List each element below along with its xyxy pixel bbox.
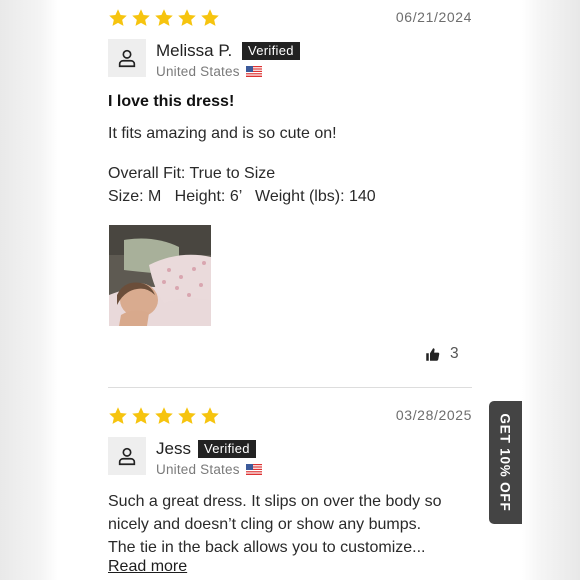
avatar (108, 437, 146, 475)
us-flag-icon (246, 66, 262, 77)
reviewer-name: Jess (156, 439, 191, 458)
star-icon (131, 8, 151, 28)
review-rating (108, 8, 220, 28)
star-icon (131, 406, 151, 426)
reviewer-country: United States (156, 64, 240, 79)
star-icon (108, 406, 128, 426)
star-icon (177, 8, 197, 28)
star-icon (177, 406, 197, 426)
review-date: 06/21/2024 (395, 9, 472, 25)
verified-badge: Verified (198, 440, 256, 458)
review-details: Size: M Height: 6’ Weight (lbs): 140 (108, 188, 376, 205)
review-photo[interactable] (109, 225, 211, 326)
star-icon (200, 8, 220, 28)
verified-badge: Verified (242, 42, 300, 60)
review-fit: Overall Fit: True to Size (108, 165, 276, 182)
review-date: 03/28/2025 (395, 407, 472, 423)
review-divider (108, 387, 472, 388)
star-icon (154, 8, 174, 28)
helpful-button[interactable]: 3 (425, 345, 459, 363)
star-icon (200, 406, 220, 426)
star-icon (154, 406, 174, 426)
reviewer-name: Melissa P. (156, 41, 233, 60)
review-rating (108, 406, 220, 426)
user-icon (118, 447, 136, 466)
reviewer-country: United States (156, 462, 240, 477)
discount-tab[interactable]: GET 10% OFF (489, 401, 522, 524)
review-body: It fits amazing and is so cute on! (108, 125, 337, 142)
review-body-line: nicely and doesn’t cling or show any bum… (108, 516, 422, 533)
avatar (108, 39, 146, 77)
reviews-panel: 06/21/2024 Melissa P. Verified United St… (58, 0, 522, 580)
star-icon (108, 8, 128, 28)
helpful-count: 3 (450, 345, 459, 362)
thumbs-up-icon (426, 347, 440, 361)
user-icon (118, 49, 136, 68)
review-body-line: Such a great dress. It slips on over the… (108, 493, 442, 510)
read-more-link[interactable]: Read more (108, 558, 187, 576)
discount-tab-label: GET 10% OFF (498, 413, 514, 512)
us-flag-icon (246, 464, 262, 475)
review-body-line: The tie in the back allows you to custom… (108, 539, 426, 556)
review-title: I love this dress! (108, 93, 235, 110)
